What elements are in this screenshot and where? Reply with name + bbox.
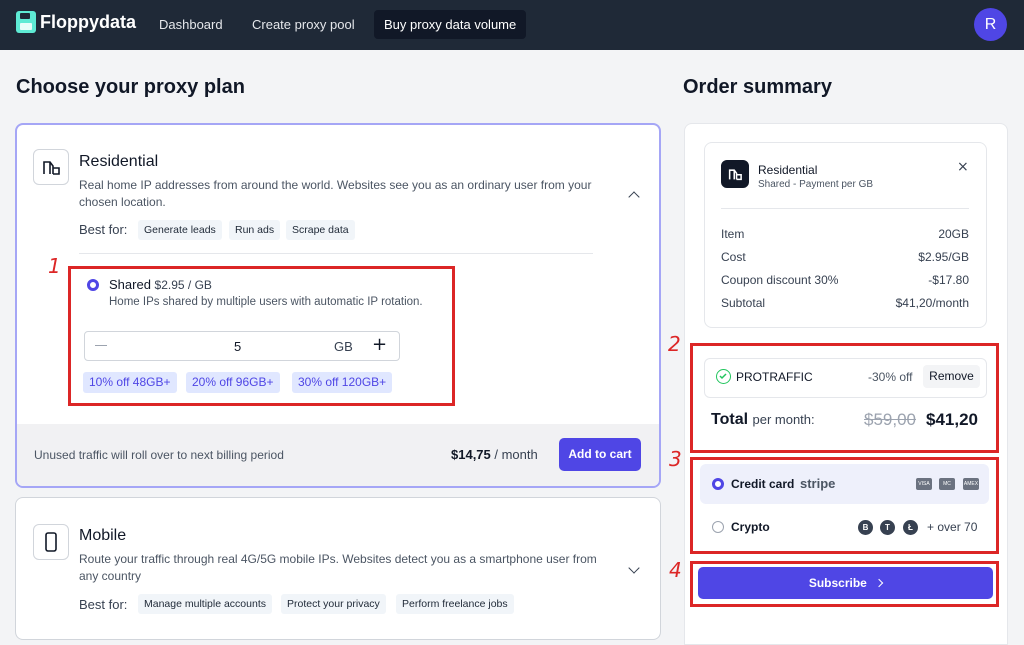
tag-manage-accounts: Manage multiple accounts [138,594,272,614]
old-price: $59,00 [864,410,916,429]
plus-icon[interactable]: + [372,334,387,355]
discount-chip-120gb[interactable]: 30% off 120GB+ [292,372,393,393]
subscribe-label: Subscribe [808,576,867,590]
best-for-label-mobile: Best for: [79,597,128,612]
rollover-note: Unused traffic will roll over to next bi… [34,448,284,462]
user-avatar[interactable]: R [974,8,1007,41]
annotation-number-4: 4 [669,558,682,582]
plan-title: Residential [79,153,159,170]
page-title: Choose your proxy plan [16,76,245,98]
nav-buy-proxy-data-volume[interactable]: Buy proxy data volume [374,10,527,39]
shared-option-label: Shared $2.95 / GB [109,277,212,292]
quantity-value[interactable]: 5 [234,339,241,354]
residential-building-icon [721,160,749,188]
quantity-unit: GB [334,339,353,354]
crypto-more: + over 70 [927,520,978,534]
option-description: Home IPs shared by multiple users with a… [109,296,423,308]
check-circle-icon [716,369,731,384]
tag-scrape-data: Scrape data [286,220,355,240]
order-summary-title: Order summary [683,76,832,98]
option-price: $2.95 / GB [154,278,212,292]
annotation-number-1: 1 [48,254,61,278]
summary-row-cost: Cost $2.95/GB [721,250,969,264]
divider [79,253,593,254]
crypto-radio[interactable] [712,521,724,533]
stripe-logo: stripe [800,476,836,491]
brand-name[interactable]: Floppydata [40,12,136,33]
visa-icon: VISA [916,478,932,490]
amex-icon: AMEX [963,478,979,490]
credit-card-label: Credit card [731,477,795,491]
coupon-code: PROTRAFFIC [736,370,813,384]
add-to-cart-button[interactable]: Add to cart [559,438,641,471]
total-label-group: Total per month: [711,411,815,429]
nav-dashboard[interactable]: Dashboard [149,10,233,39]
option-name: Shared [109,277,151,292]
order-item-title: Residential [758,163,818,177]
discount-chip-96gb[interactable]: 20% off 96GB+ [186,372,280,393]
tag-freelance-jobs: Perform freelance jobs [396,594,514,614]
annotation-number-3: 3 [669,447,682,471]
tag-generate-leads: Generate leads [138,220,222,240]
total-label: Total [711,411,749,428]
plan-price: $14,75 / month [451,447,538,462]
summary-row-item: Item 20GB [721,227,969,241]
shared-radio[interactable] [87,279,99,291]
mobile-phone-icon [33,524,69,560]
summary-row-coupon: Coupon discount 30% -$17.80 [721,273,969,287]
discount-chip-48gb[interactable]: 10% off 48GB+ [83,372,177,393]
total-per: per month: [752,412,815,427]
bitcoin-icon: B [858,520,873,535]
litecoin-icon: Ł [903,520,918,535]
order-item-subtitle: Shared - Payment per GB [758,179,874,190]
minus-icon[interactable] [95,345,107,346]
subscribe-button[interactable]: Subscribe [698,567,993,599]
mastercard-icon: MC [939,478,955,490]
crypto-label: Crypto [731,520,770,534]
residential-building-icon [33,149,69,185]
divider [721,208,969,209]
tag-protect-privacy: Protect your privacy [281,594,386,614]
tag-run-ads: Run ads [229,220,281,240]
total-price: $41,20 [926,410,978,429]
best-for-label: Best for: [79,222,128,237]
annotation-number-2: 2 [668,332,681,356]
nav-create-proxy-pool[interactable]: Create proxy pool [242,10,365,39]
summary-row-subtotal: Subtotal $41,20/month [721,296,969,310]
credit-card-radio[interactable] [712,478,724,490]
price-amount: $14,75 [451,447,491,462]
floppy-disk-icon [16,11,36,33]
chevron-right-icon [874,578,884,588]
plan-description-mobile: Route your traffic through real 4G/5G mo… [79,552,597,583]
plan-description: Real home IP addresses from around the w… [79,178,592,209]
plan-title-mobile: Mobile [79,527,127,544]
remove-coupon-button[interactable]: Remove [923,365,980,388]
tether-icon: T [880,520,895,535]
close-icon[interactable]: × [957,159,969,175]
coupon-discount: -30% off [868,370,913,384]
price-period: / month [490,447,538,462]
